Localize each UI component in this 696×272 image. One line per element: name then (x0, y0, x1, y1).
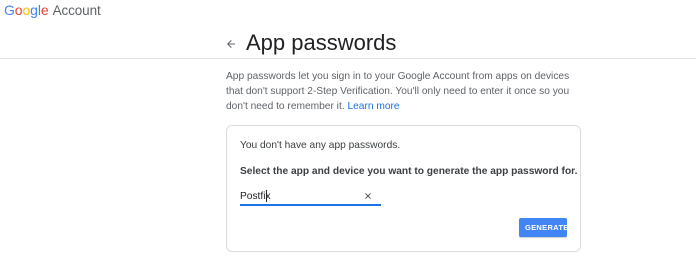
logo-letter: G (4, 2, 15, 18)
logo-letter: o (14, 2, 23, 18)
close-icon (365, 193, 371, 199)
page-header: App passwords (0, 26, 696, 59)
app-name-input[interactable] (240, 189, 358, 203)
intro-text: App passwords let you sign in to your Go… (226, 69, 588, 114)
page-title: App passwords (246, 30, 397, 55)
logo-letter: o (22, 2, 31, 18)
logo-letter: g (30, 2, 38, 18)
back-button[interactable] (222, 35, 240, 53)
clear-button[interactable] (362, 190, 374, 202)
google-account-logo[interactable]: Google Account (4, 2, 101, 18)
learn-more-link[interactable]: Learn more (347, 101, 399, 112)
select-app-label: Select the app and device you want to ge… (240, 166, 578, 177)
text-caret (266, 190, 267, 202)
logo-letter: e (40, 2, 49, 18)
product-name: Account (52, 3, 101, 18)
app-passwords-card: You don't have any app passwords. Select… (226, 125, 581, 252)
arrow-left-icon (227, 40, 235, 48)
top-bar: Google Account (0, 0, 696, 27)
generate-button[interactable]: GENERATE (519, 218, 568, 237)
empty-message: You don't have any app passwords. (240, 140, 401, 151)
app-name-field[interactable] (240, 189, 381, 206)
